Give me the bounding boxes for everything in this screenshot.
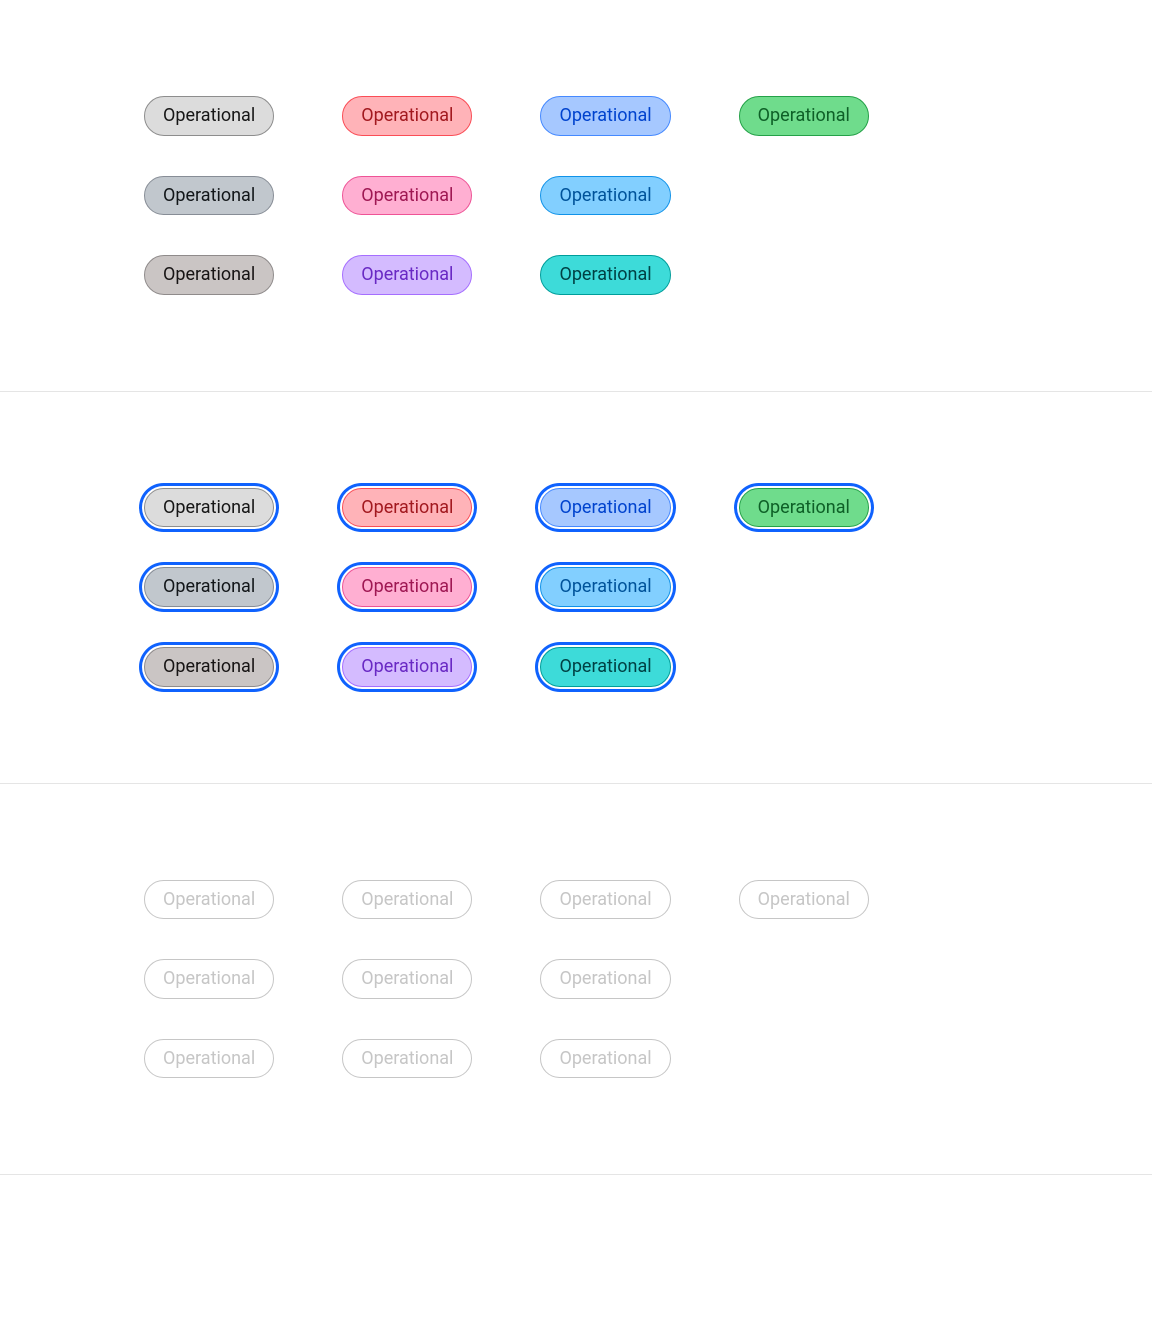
tag-cyan[interactable]: Operational <box>540 176 670 216</box>
tag-purple[interactable]: Operational <box>342 255 472 295</box>
tag-warm-gray-disabled: Operational <box>144 1039 274 1079</box>
tag-gray[interactable]: Operational <box>144 488 274 528</box>
tag-blue[interactable]: Operational <box>540 96 670 136</box>
tag-grid: Operational Operational Operational Oper… <box>144 880 1008 1079</box>
tag-cool-gray[interactable]: Operational <box>144 567 274 607</box>
section-disabled: Operational Operational Operational Oper… <box>0 784 1152 1176</box>
tag-red[interactable]: Operational <box>342 488 472 528</box>
section-selected: Operational Operational Operational Oper… <box>0 392 1152 784</box>
tag-gray-disabled: Operational <box>144 880 274 920</box>
tag-cool-gray-disabled: Operational <box>144 959 274 999</box>
tag-magenta[interactable]: Operational <box>342 176 472 216</box>
tag-red[interactable]: Operational <box>342 96 472 136</box>
tag-purple-disabled: Operational <box>342 1039 472 1079</box>
tag-warm-gray[interactable]: Operational <box>144 255 274 295</box>
tag-grid: Operational Operational Operational Oper… <box>144 96 1008 295</box>
tag-grid: Operational Operational Operational Oper… <box>144 488 1008 687</box>
tag-magenta-disabled: Operational <box>342 959 472 999</box>
tag-cyan[interactable]: Operational <box>540 567 670 607</box>
tag-teal[interactable]: Operational <box>540 647 670 687</box>
tag-gray[interactable]: Operational <box>144 96 274 136</box>
tag-warm-gray[interactable]: Operational <box>144 647 274 687</box>
tag-green[interactable]: Operational <box>739 96 869 136</box>
tag-cool-gray[interactable]: Operational <box>144 176 274 216</box>
tag-blue[interactable]: Operational <box>540 488 670 528</box>
section-default: Operational Operational Operational Oper… <box>0 0 1152 392</box>
tag-red-disabled: Operational <box>342 880 472 920</box>
tag-green-disabled: Operational <box>739 880 869 920</box>
tag-green[interactable]: Operational <box>739 488 869 528</box>
tag-teal-disabled: Operational <box>540 1039 670 1079</box>
tag-magenta[interactable]: Operational <box>342 567 472 607</box>
tag-blue-disabled: Operational <box>540 880 670 920</box>
tag-cyan-disabled: Operational <box>540 959 670 999</box>
tag-teal[interactable]: Operational <box>540 255 670 295</box>
tag-purple[interactable]: Operational <box>342 647 472 687</box>
